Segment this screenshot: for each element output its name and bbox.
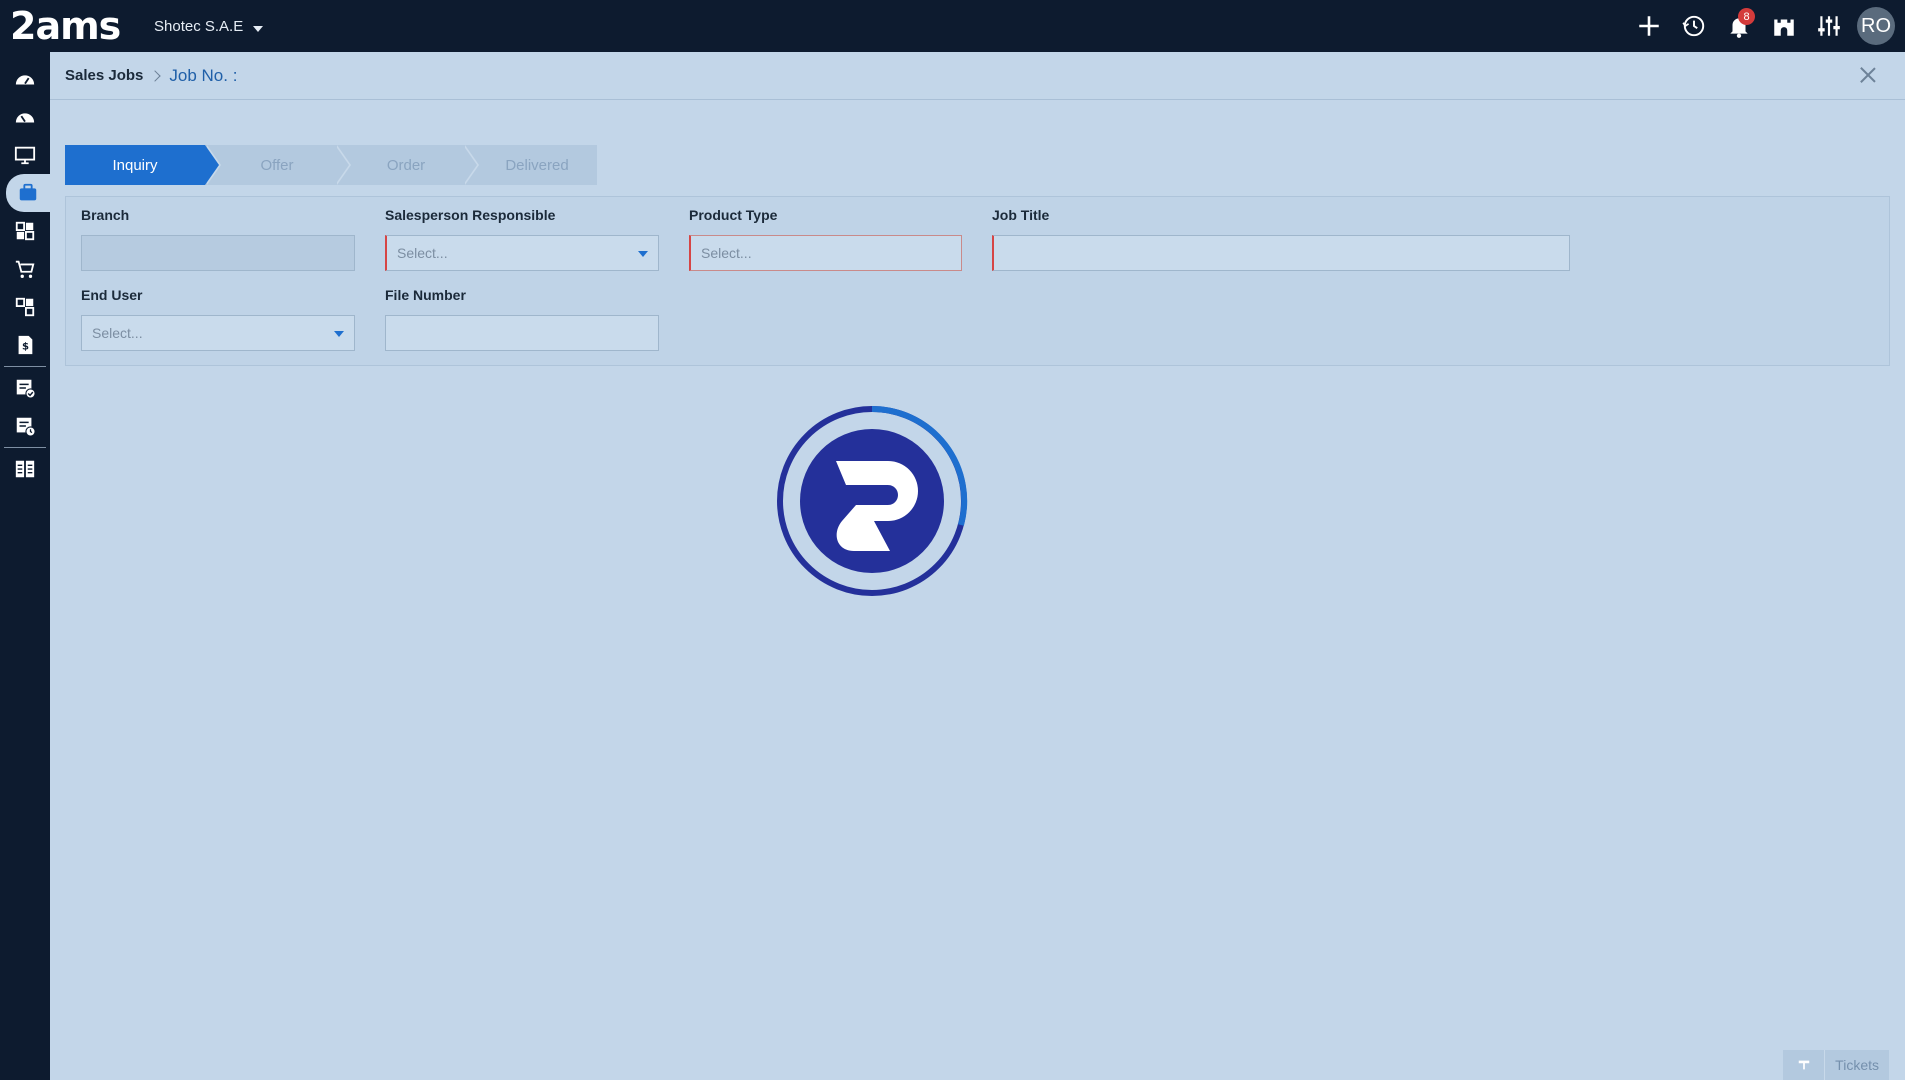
step-delivered[interactable]: Delivered xyxy=(463,145,597,185)
step-label: Order xyxy=(386,156,426,174)
branch-input xyxy=(81,235,355,271)
chevron-down-icon xyxy=(334,331,344,337)
sidebar-item-dashboard-alt[interactable] xyxy=(0,98,50,136)
sidebar-item-monitor[interactable] xyxy=(0,136,50,174)
cart-icon xyxy=(15,260,35,278)
app-logo[interactable]: 2ams xyxy=(10,4,121,48)
sidebar: $ xyxy=(0,52,50,1080)
step-order[interactable]: Order xyxy=(335,145,479,185)
notification-badge: 8 xyxy=(1738,8,1755,25)
checklist-icon xyxy=(16,379,36,399)
branch-label: Branch xyxy=(81,207,130,223)
job-title-field: Job Title xyxy=(992,207,1570,271)
add-button[interactable] xyxy=(1626,0,1671,52)
invoice-icon: $ xyxy=(18,335,33,355)
logo-text: 2ams xyxy=(10,4,121,48)
job-title-label: Job Title xyxy=(992,207,1050,223)
castle-icon xyxy=(1773,19,1794,36)
modules-alt-icon xyxy=(15,297,35,317)
branch-field: Branch xyxy=(81,207,355,271)
sidebar-item-dashboard[interactable] xyxy=(0,60,50,98)
top-bar: 2ams Shotec S.A.E 8 RO xyxy=(0,0,1905,52)
ticket-icon xyxy=(1783,1050,1826,1080)
end-user-placeholder: Select... xyxy=(92,325,143,341)
add-icon xyxy=(1638,16,1659,36)
breadcrumb-root[interactable]: Sales Jobs xyxy=(65,67,143,84)
step-label: Delivered xyxy=(505,156,569,174)
product-type-placeholder: Select... xyxy=(701,245,752,261)
salesperson-placeholder: Select... xyxy=(397,245,448,261)
end-user-field: End User Select... xyxy=(81,287,355,351)
briefcase-icon xyxy=(19,183,37,201)
avatar[interactable]: RO xyxy=(1857,7,1895,45)
breadcrumb: Sales Jobs Job No. : xyxy=(50,52,1905,100)
step-label: Offer xyxy=(260,156,294,174)
step-label: Inquiry xyxy=(112,156,158,174)
grid-icon xyxy=(15,460,35,478)
file-number-label: File Number xyxy=(385,287,466,303)
history-icon xyxy=(1681,15,1704,37)
notifications-button[interactable]: 8 xyxy=(1716,0,1761,52)
tickets-label: Tickets xyxy=(1835,1057,1879,1073)
chevron-right-icon xyxy=(149,69,162,82)
top-actions: 8 RO xyxy=(1626,0,1905,52)
loading-spinner xyxy=(776,405,968,597)
sidebar-item-grid[interactable] xyxy=(0,450,50,488)
end-user-select[interactable]: Select... xyxy=(81,315,355,351)
sidebar-item-modules-alt[interactable] xyxy=(0,288,50,326)
sidebar-item-report[interactable] xyxy=(0,407,50,445)
page-title: Job No. : xyxy=(169,65,238,85)
company-name: Shotec S.A.E xyxy=(154,18,244,35)
sidebar-divider xyxy=(4,366,46,367)
status-stepper: Inquiry Offer Order Delivered xyxy=(65,145,597,185)
settings-button[interactable] xyxy=(1806,0,1851,52)
chevron-down-icon xyxy=(253,25,264,32)
dashboard-alt-icon xyxy=(15,113,35,123)
file-number-field: File Number xyxy=(385,287,659,351)
tickets-button[interactable]: Tickets xyxy=(1783,1050,1889,1080)
company-selector[interactable]: Shotec S.A.E xyxy=(154,18,264,35)
end-user-label: End User xyxy=(81,287,143,303)
step-offer[interactable]: Offer xyxy=(205,145,351,185)
step-inquiry[interactable]: Inquiry xyxy=(65,145,221,185)
sidebar-item-modules[interactable] xyxy=(0,212,50,250)
close-icon[interactable] xyxy=(1857,64,1879,86)
salesperson-label: Salesperson Responsible xyxy=(385,207,556,223)
sidebar-item-invoice[interactable]: $ xyxy=(0,326,50,364)
salesperson-field: Salesperson Responsible Select... xyxy=(385,207,659,271)
modules-icon xyxy=(15,221,35,241)
dashboard-icon xyxy=(15,75,35,85)
chevron-down-icon xyxy=(638,251,648,257)
sidebar-item-sales-jobs[interactable] xyxy=(6,174,50,212)
product-type-label: Product Type xyxy=(689,207,778,223)
job-title-input[interactable] xyxy=(992,235,1570,271)
sliders-icon xyxy=(1817,16,1840,36)
product-type-field: Product Type Select... xyxy=(689,207,962,271)
sidebar-divider xyxy=(4,447,46,448)
sidebar-item-checklist[interactable] xyxy=(0,369,50,407)
file-number-input[interactable] xyxy=(385,315,659,351)
history-button[interactable] xyxy=(1671,0,1716,52)
castle-button[interactable] xyxy=(1761,0,1806,52)
job-form: Branch Salesperson Responsible Select...… xyxy=(65,196,1890,366)
product-type-select[interactable]: Select... xyxy=(689,235,962,271)
svg-text:$: $ xyxy=(22,342,29,353)
monitor-icon xyxy=(14,146,36,165)
report-icon xyxy=(16,417,36,437)
sidebar-item-cart[interactable] xyxy=(0,250,50,288)
salesperson-select[interactable]: Select... xyxy=(385,235,659,271)
loader-logo-icon xyxy=(777,405,968,596)
